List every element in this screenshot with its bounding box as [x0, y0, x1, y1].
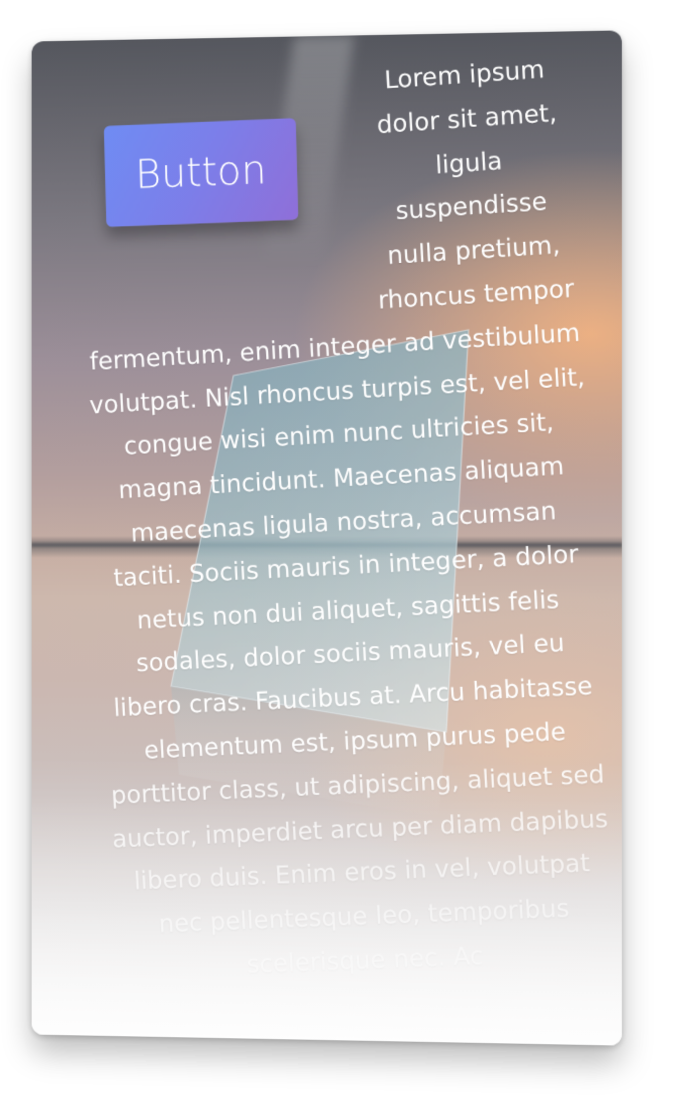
glass-card: Lorem ipsum dolor sit amet, ligula suspe…: [31, 30, 622, 1046]
primary-button[interactable]: Button: [103, 117, 299, 228]
